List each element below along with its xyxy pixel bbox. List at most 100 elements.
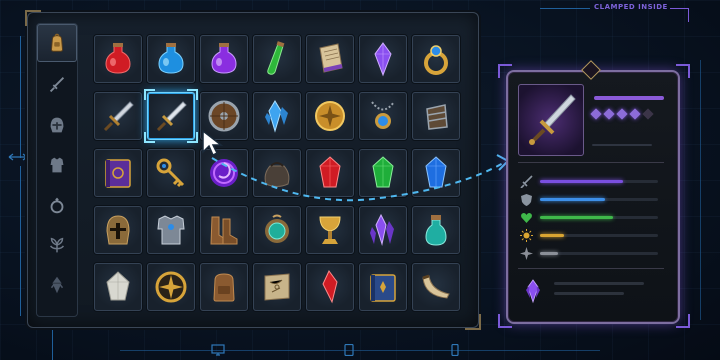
stat-bar-track xyxy=(540,198,658,201)
inventory-grid xyxy=(94,35,469,321)
stat-bar-fill xyxy=(540,198,605,201)
helmet-category-icon xyxy=(50,117,64,133)
category-tab-herbs[interactable] xyxy=(37,226,77,264)
selection-corner xyxy=(144,132,155,143)
inventory-slot[interactable] xyxy=(306,263,354,311)
stat-bar-track xyxy=(540,252,658,255)
guide-line-bottom xyxy=(120,350,600,351)
inventory-slot[interactable] xyxy=(359,263,407,311)
selection-corner xyxy=(144,89,155,100)
inventory-slot[interactable] xyxy=(412,35,460,83)
inventory-slot[interactable] xyxy=(253,149,301,197)
gold-key-icon xyxy=(156,158,185,188)
inventory-slot[interactable] xyxy=(94,149,142,197)
inventory-slot[interactable] xyxy=(412,263,460,311)
blue-gem-icon xyxy=(425,156,447,188)
inventory-slot[interactable] xyxy=(412,149,460,197)
map-scroll-icon xyxy=(264,273,290,301)
inventory-slot[interactable] xyxy=(306,35,354,83)
stat-bar-fill xyxy=(540,216,614,219)
purple-potion-icon xyxy=(211,43,237,74)
stat-row xyxy=(518,192,668,208)
guide-line-left-lower xyxy=(20,166,21,316)
stat-row xyxy=(518,246,668,262)
inventory-slot[interactable] xyxy=(412,206,460,254)
tooltip-divider xyxy=(518,162,664,163)
stat-row xyxy=(518,174,668,190)
phone-icon[interactable] xyxy=(448,344,462,356)
item-subline xyxy=(592,144,652,146)
inventory-slot[interactable] xyxy=(94,206,142,254)
inventory-slot[interactable] xyxy=(147,149,195,197)
inventory-slot[interactable] xyxy=(359,92,407,140)
guide-line-right-top xyxy=(670,8,688,9)
footer-text-line-2 xyxy=(554,292,624,295)
category-tab-weapons[interactable] xyxy=(37,66,77,104)
item-tooltip-card xyxy=(506,70,680,324)
category-tab-helmets[interactable] xyxy=(37,106,77,144)
amethyst-crystal-icon xyxy=(526,279,540,304)
war-horn-icon xyxy=(422,274,450,299)
backpack-icon xyxy=(51,33,63,52)
golden-chalice-icon xyxy=(319,216,341,244)
monitor-icon[interactable] xyxy=(211,344,225,356)
iron-gauntlet-icon xyxy=(426,104,448,130)
tablet-icon[interactable] xyxy=(342,344,356,356)
item-portrait xyxy=(518,84,584,156)
shield-stat-icon xyxy=(521,194,532,206)
backpack-icon xyxy=(213,273,235,302)
inventory-slot[interactable] xyxy=(306,149,354,197)
inventory-slot[interactable] xyxy=(94,35,142,83)
green-vial-icon xyxy=(267,41,285,75)
inventory-slot[interactable] xyxy=(147,35,195,83)
inventory-slot[interactable] xyxy=(359,149,407,197)
category-sidebar xyxy=(36,23,78,317)
inventory-slot[interactable] xyxy=(147,206,195,254)
guide-line-left xyxy=(20,36,21,158)
inventory-slot[interactable] xyxy=(253,206,301,254)
ice-crystal-icon xyxy=(265,100,288,133)
red-potion-icon xyxy=(105,43,131,74)
selection-corner xyxy=(187,132,198,143)
category-tab-backpack[interactable] xyxy=(37,24,77,62)
rarity-pips xyxy=(590,108,655,120)
rarity-pip xyxy=(629,108,641,120)
stat-bar-track xyxy=(540,180,658,183)
stat-bar-track xyxy=(540,234,658,237)
inventory-slot[interactable] xyxy=(412,92,460,140)
inventory-slot[interactable] xyxy=(253,263,301,311)
inventory-slot[interactable] xyxy=(200,35,248,83)
clamp-bracket-tl xyxy=(498,64,512,78)
amethyst-crystal-icon xyxy=(374,42,392,77)
inventory-slot[interactable] xyxy=(94,92,142,140)
teal-potion-icon xyxy=(425,215,447,246)
category-tab-armor[interactable] xyxy=(37,146,77,184)
item-name-bar xyxy=(594,96,664,100)
inventory-slot[interactable] xyxy=(200,206,248,254)
jade-amulet-icon xyxy=(265,214,289,243)
inventory-slot[interactable] xyxy=(94,263,142,311)
inventory-slot[interactable] xyxy=(200,263,248,311)
inventory-slot[interactable] xyxy=(306,206,354,254)
inventory-slot[interactable] xyxy=(359,206,407,254)
ring-category-icon xyxy=(50,197,64,214)
sapphire-amulet-icon xyxy=(371,101,395,129)
category-tab-rings[interactable] xyxy=(37,186,77,224)
ruby-shard-icon xyxy=(322,270,338,304)
inventory-slot[interactable] xyxy=(306,92,354,140)
void-orb-icon xyxy=(210,159,238,187)
inventory-slot[interactable] xyxy=(253,35,301,83)
measure-arrow-icon xyxy=(8,153,28,161)
rarity-pip xyxy=(616,108,628,120)
clamp-annotation-label: CLAMPED INSIDE xyxy=(594,3,668,11)
inventory-slot[interactable] xyxy=(144,89,198,143)
inventory-slot[interactable] xyxy=(359,35,407,83)
rarity-pip xyxy=(642,108,654,120)
inventory-slot[interactable] xyxy=(253,92,301,140)
crystal-category-icon xyxy=(50,276,64,294)
knight-helmet-icon xyxy=(106,215,130,245)
inventory-slot[interactable] xyxy=(147,263,195,311)
mouse-cursor-icon xyxy=(202,129,224,157)
category-tab-crystals[interactable] xyxy=(37,266,77,304)
heart-stat-icon xyxy=(521,213,532,223)
